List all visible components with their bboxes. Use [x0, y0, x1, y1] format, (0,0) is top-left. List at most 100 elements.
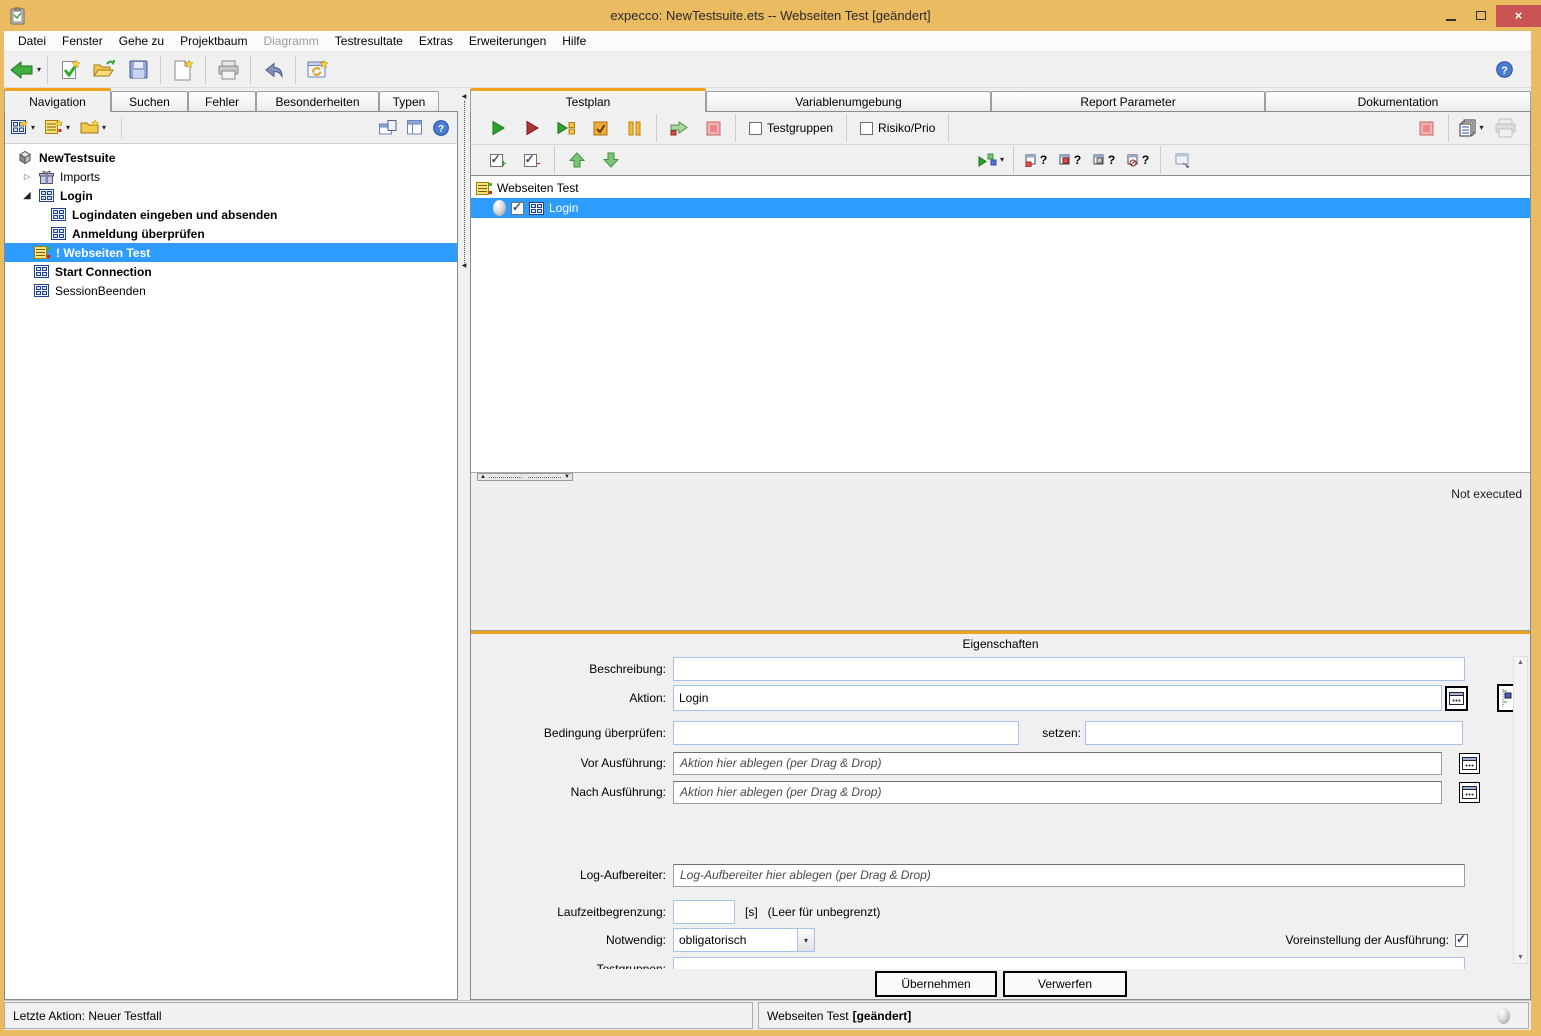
menu-fenster[interactable]: Fenster: [54, 31, 111, 51]
testgruppen-checkbox[interactable]: [749, 122, 762, 135]
report-pages-button[interactable]: ▾: [1454, 113, 1488, 143]
status-question-button-1[interactable]: ?: [1019, 145, 1053, 175]
open-button[interactable]: [87, 55, 121, 85]
setzen-input[interactable]: [1085, 721, 1463, 745]
run-checked-button[interactable]: [583, 113, 617, 143]
move-up-button[interactable]: [560, 145, 594, 175]
tree-row-login[interactable]: ◢ Login: [5, 186, 457, 205]
print-button[interactable]: [211, 55, 245, 85]
menu-hilfe[interactable]: Hilfe: [554, 31, 594, 51]
collapse-left-icon[interactable]: ◀: [462, 263, 467, 270]
splitter-handle[interactable]: [489, 477, 522, 478]
accept-button[interactable]: [53, 55, 87, 85]
run-stepwise-button[interactable]: [549, 113, 583, 143]
tab-variablenumgebung[interactable]: Variablenumgebung: [706, 91, 991, 111]
tree-row-sessionbeenden[interactable]: SessionBeenden: [5, 281, 457, 300]
status-question-button-3[interactable]: ?: [1087, 145, 1121, 175]
expander-expanded-icon[interactable]: ◢: [21, 190, 33, 201]
collapse-down-icon[interactable]: ▼: [564, 474, 570, 480]
stop-button[interactable]: [696, 113, 730, 143]
testgruppen-input[interactable]: [673, 957, 1465, 969]
scroll-down-icon[interactable]: ▼: [1517, 954, 1524, 961]
collapse-left-icon[interactable]: ◀: [462, 94, 467, 101]
risiko-checkbox[interactable]: [860, 122, 873, 135]
status-question-button-4[interactable]: ?: [1121, 145, 1155, 175]
menu-erweiterungen[interactable]: Erweiterungen: [461, 31, 554, 51]
help-button[interactable]: ?: [433, 115, 449, 141]
tree-row-logindaten[interactable]: Logindaten eingeben und absenden: [5, 205, 457, 224]
run-button[interactable]: [481, 113, 515, 143]
step-button[interactable]: [662, 113, 696, 143]
new-testplan-button[interactable]: ▾: [45, 115, 70, 141]
minimize-button[interactable]: [1436, 5, 1466, 27]
tab-fehler[interactable]: Fehler: [188, 91, 256, 111]
log-aufbereiter-dropzone[interactable]: Log-Aufbereiter hier ablegen (per Drag &…: [673, 864, 1465, 887]
menu-extras[interactable]: Extras: [411, 31, 461, 51]
run-selected-button[interactable]: ▾: [974, 145, 1008, 175]
splitter-handle[interactable]: [528, 477, 561, 478]
horizontal-splitter[interactable]: ▲ ▼: [471, 472, 1530, 481]
tree-row-anmeldung[interactable]: Anmeldung überprüfen: [5, 224, 457, 243]
testgruppen-checkbox-group[interactable]: Testgruppen: [741, 115, 841, 141]
aktion-browse-button[interactable]: [1445, 686, 1468, 711]
verwerfen-button[interactable]: Verwerfen: [1003, 971, 1127, 997]
testplan-row-webseiten-test[interactable]: Webseiten Test: [471, 178, 1530, 198]
tab-dokumentation[interactable]: Dokumentation: [1265, 91, 1531, 111]
new-testcase-button[interactable]: ▾: [11, 115, 35, 141]
back-button[interactable]: ▾: [8, 55, 42, 85]
nach-browse-button[interactable]: [1459, 782, 1480, 803]
tree-row-newtestsuite[interactable]: NewTestsuite: [5, 148, 457, 167]
tab-besonderheiten[interactable]: Besonderheiten: [256, 91, 379, 111]
goto-item-button[interactable]: [1166, 145, 1200, 175]
scroll-up-icon[interactable]: ▲: [1517, 659, 1524, 666]
splitter-handle[interactable]: [464, 101, 465, 263]
row-checkbox[interactable]: ✓: [511, 202, 524, 215]
float-window-button[interactable]: [379, 115, 397, 141]
new-folder-button[interactable]: ▾: [80, 115, 106, 141]
split-window-button[interactable]: [407, 115, 423, 141]
chevron-down-icon[interactable]: ▾: [797, 929, 814, 951]
help-button[interactable]: ?: [1487, 55, 1521, 85]
nach-ausfuehrung-dropzone[interactable]: Aktion hier ablegen (per Drag & Drop): [673, 781, 1442, 804]
pause-button[interactable]: [617, 113, 651, 143]
check-all-button[interactable]: ✓ +: [481, 145, 515, 175]
tree-row-start-connection[interactable]: Start Connection: [5, 262, 457, 281]
voreinstellung-checkbox[interactable]: ✓: [1455, 934, 1468, 947]
tab-typen[interactable]: Typen: [379, 91, 439, 111]
panel-splitter[interactable]: ◀ ◀: [458, 88, 470, 1000]
menu-gehezu[interactable]: Gehe zu: [111, 31, 172, 51]
notwendig-select[interactable]: obligatorisch ▾: [673, 928, 815, 952]
menu-datei[interactable]: Datei: [10, 31, 54, 51]
vor-browse-button[interactable]: [1459, 753, 1480, 774]
tab-testplan[interactable]: Testplan: [470, 88, 706, 112]
aktion-input[interactable]: [673, 685, 1442, 711]
menu-testresultate[interactable]: Testresultate: [327, 31, 411, 51]
vor-ausfuehrung-dropzone[interactable]: Aktion hier ablegen (per Drag & Drop): [673, 752, 1442, 775]
bedingung-input[interactable]: [673, 721, 1019, 745]
uncheck-all-button[interactable]: ✓ −: [515, 145, 549, 175]
run-debug-button[interactable]: [515, 113, 549, 143]
laufzeitbegrenzung-input[interactable]: [673, 900, 735, 924]
status-question-button-2[interactable]: ?: [1053, 145, 1087, 175]
collapse-up-icon[interactable]: ▲: [480, 474, 486, 480]
testplan-row-login[interactable]: ✓ Login: [471, 198, 1530, 218]
risiko-checkbox-group[interactable]: Risiko/Prio: [852, 115, 943, 141]
tree-row-imports[interactable]: ▷ Imports: [5, 167, 457, 186]
reload-button[interactable]: [301, 55, 335, 85]
expander-collapsed-icon[interactable]: ▷: [21, 172, 33, 181]
close-button[interactable]: ×: [1496, 5, 1541, 27]
menu-projektbaum[interactable]: Projektbaum: [172, 31, 255, 51]
tab-suchen[interactable]: Suchen: [111, 91, 188, 111]
stop-all-button[interactable]: [1409, 113, 1443, 143]
move-down-button[interactable]: [594, 145, 628, 175]
new-document-button[interactable]: [166, 55, 200, 85]
maximize-button[interactable]: [1466, 5, 1496, 27]
properties-scrollbar[interactable]: ▲ ▼: [1513, 656, 1528, 964]
uebernehmen-button[interactable]: Übernehmen: [875, 971, 997, 997]
tab-navigation[interactable]: Navigation: [4, 88, 111, 112]
splitter-widget[interactable]: ▲ ▼: [477, 473, 573, 481]
beschreibung-input[interactable]: [673, 657, 1465, 681]
title-bar[interactable]: expecco: NewTestsuite.ets -- Webseiten T…: [0, 0, 1541, 31]
tree-row-webseiten-test[interactable]: ! Webseiten Test: [5, 243, 457, 262]
tab-report-parameter[interactable]: Report Parameter: [991, 91, 1265, 111]
